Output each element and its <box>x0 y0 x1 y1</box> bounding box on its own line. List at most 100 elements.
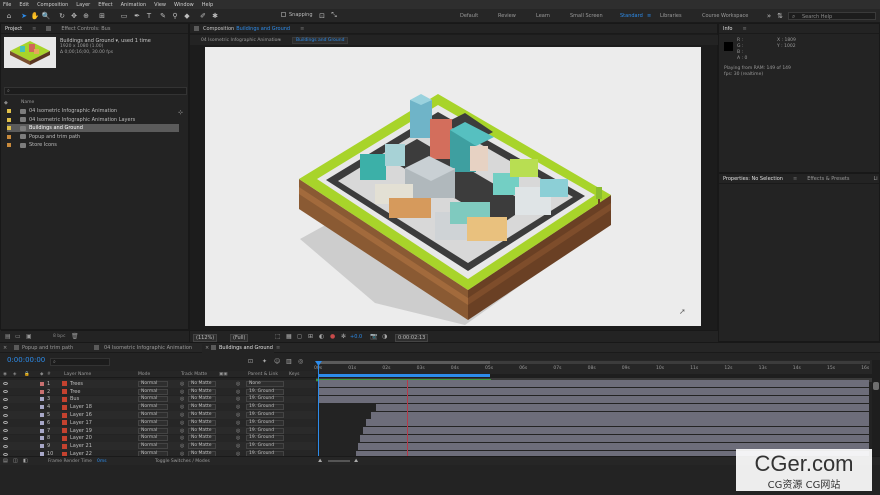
comp-mini-flowchart-icon[interactable]: ⊡ <box>248 358 253 365</box>
parent-dropdown[interactable]: 19. Ground <box>246 412 284 419</box>
blend-mode-dropdown[interactable]: Normal <box>138 427 168 434</box>
track-matte-dropdown[interactable]: No Matte <box>188 443 216 450</box>
flowchart-icon[interactable]: ⊹ <box>178 109 183 116</box>
zoom-tool-icon[interactable]: 🔍 <box>42 11 51 20</box>
track-matte-dropdown[interactable]: No Matte <box>188 412 216 419</box>
puppet-tool-icon[interactable]: ✱ <box>211 11 219 20</box>
tab-project[interactable]: Project <box>5 26 22 32</box>
mode-header[interactable]: Mode <box>138 372 150 377</box>
blend-mode-dropdown[interactable]: Normal <box>138 419 168 426</box>
time-ruler[interactable]: 00s01s02s03s04s05s06s07s08s09s10s11s12s1… <box>314 360 872 378</box>
menu-item-edit[interactable]: Edit <box>19 2 29 8</box>
breadcrumb-parent[interactable]: 04 Isometric Infographic Animation <box>201 38 280 43</box>
timeline-tab-isometric[interactable]: 04 Isometric Infographic Animation <box>104 345 192 351</box>
label-color-swatch[interactable] <box>7 134 11 139</box>
exposure-value[interactable]: +0.0 <box>350 334 362 340</box>
home-icon[interactable]: ⌂ <box>5 11 13 20</box>
expand-switches-icon[interactable]: ◫ <box>13 458 18 464</box>
tab-menu-icon[interactable]: ≡ <box>300 26 304 32</box>
zoom-out-icon[interactable]: ⛰ <box>318 458 322 464</box>
table-row[interactable]: 5 Layer 16 Normal ◎ No Matte ◎ 19. Ground <box>0 411 316 419</box>
layer-duration-bar[interactable] <box>318 388 869 396</box>
orbit-tool-icon[interactable]: ⊕ <box>82 11 90 20</box>
parent-dropdown[interactable]: 19. Ground <box>246 443 284 450</box>
label-color-swatch[interactable] <box>40 436 44 441</box>
track-matte-dropdown[interactable]: No Matte <box>188 404 216 411</box>
menu-item-view[interactable]: View <box>154 2 166 8</box>
preserve-transparency-icon[interactable]: ◎ <box>180 420 184 426</box>
move-tool-icon[interactable]: ✥ <box>70 11 78 20</box>
parent-dropdown[interactable]: 19. Ground <box>246 396 284 403</box>
project-item[interactable]: 04 Isometric Infographic Animation Layer… <box>7 116 179 124</box>
visibility-eye-icon[interactable] <box>3 436 8 440</box>
pick-whip-icon[interactable]: ◎ <box>236 381 240 387</box>
composition-viewer[interactable]: ➚ <box>205 47 701 326</box>
layer-duration-bar[interactable] <box>371 411 869 419</box>
menu-item-window[interactable]: Window <box>174 2 194 8</box>
draft-3d-icon[interactable]: ✦ <box>262 358 267 365</box>
channel-icon[interactable]: ◐ <box>319 333 324 340</box>
timeline-scrollbar[interactable] <box>872 360 880 460</box>
expand-transfer-icon[interactable]: ◧ <box>23 458 28 464</box>
tab-effects-presets[interactable]: Effects & Presets <box>807 176 849 182</box>
show-snapshot-icon[interactable]: ◑ <box>382 333 387 340</box>
label-color-swatch[interactable] <box>7 109 11 113</box>
render-time-icon[interactable]: ▤ <box>3 458 8 464</box>
label-color-swatch[interactable] <box>7 143 11 148</box>
workspace-menu-icon[interactable]: » <box>765 11 773 20</box>
track-matte-header[interactable]: Track Matte <box>181 372 207 377</box>
pick-whip-icon[interactable]: ◎ <box>236 435 240 441</box>
exposure-icon[interactable]: ✻ <box>341 333 346 340</box>
resolution-dropdown[interactable]: (Full) <box>230 334 249 342</box>
workspace-standard[interactable]: Standard <box>620 13 643 19</box>
project-item[interactable]: Buildings and Ground <box>7 124 179 133</box>
table-row[interactable]: 1 Trees Normal ◎ No Matte ◎ None <box>0 380 316 388</box>
tab-effect-controls[interactable]: Effect Controls: Bus <box>61 26 110 32</box>
frame-blending-icon[interactable]: ▥ <box>286 358 292 365</box>
clone-stamp-tool-icon[interactable]: ⚲ <box>171 11 179 20</box>
blend-mode-dropdown[interactable]: Normal <box>138 380 168 387</box>
workspace-small-screen[interactable]: Small Screen <box>570 13 603 19</box>
mask-visibility-icon[interactable]: ◻ <box>297 333 302 340</box>
snapping-checkbox[interactable] <box>281 12 286 17</box>
parent-dropdown[interactable]: None <box>246 380 284 387</box>
tab-menu-icon[interactable]: ≡ <box>276 345 280 351</box>
label-color-swatch[interactable] <box>40 420 44 425</box>
region-of-interest-icon[interactable]: ⬚ <box>275 333 281 340</box>
workspace-course-workspace[interactable]: Course Workspace <box>702 13 748 19</box>
blend-mode-dropdown[interactable]: Normal <box>138 443 168 450</box>
blend-mode-dropdown[interactable]: Normal <box>138 396 168 403</box>
composition-tab-name[interactable]: Buildings and Ground <box>236 26 290 32</box>
pen-tool-icon[interactable]: ✒ <box>133 11 141 20</box>
preserve-transparency-icon[interactable]: ◎ <box>180 389 184 395</box>
hand-tool-icon[interactable]: ✋ <box>31 11 40 20</box>
label-color-swatch[interactable] <box>40 428 44 433</box>
blend-mode-dropdown[interactable]: Normal <box>138 435 168 442</box>
zoom-in-icon[interactable]: ⛰ <box>354 458 358 464</box>
label-color-swatch[interactable] <box>40 405 44 410</box>
new-folder-icon[interactable]: ▭ <box>15 333 21 340</box>
table-row[interactable]: 2 Tree Normal ◎ No Matte ◎ 19. Ground <box>0 387 316 396</box>
snapshot-icon[interactable]: 📷 <box>370 333 377 340</box>
search-help-input[interactable]: ⌕ Search Help <box>788 12 876 20</box>
parent-dropdown[interactable]: 19. Ground <box>246 435 284 442</box>
menu-item-effect[interactable]: Effect <box>98 2 112 8</box>
timeline-search-input[interactable]: ⌕ <box>50 358 110 366</box>
project-item[interactable]: Store Icons <box>7 141 179 149</box>
close-icon[interactable]: × <box>205 345 209 351</box>
track-matte-dropdown[interactable]: No Matte <box>188 388 216 395</box>
track-matte-dropdown[interactable]: No Matte <box>188 396 216 403</box>
table-row[interactable]: 7 Layer 19 Normal ◎ No Matte ◎ 19. Ground <box>0 426 316 435</box>
interpret-footage-icon[interactable]: ▤ <box>5 333 11 340</box>
project-search-input[interactable]: ⌕ <box>4 87 187 95</box>
menu-item-file[interactable]: File <box>3 2 11 8</box>
blend-mode-dropdown[interactable]: Normal <box>138 388 168 395</box>
label-color-swatch[interactable] <box>7 117 11 122</box>
track-matte-dropdown[interactable]: No Matte <box>188 427 216 434</box>
label-color-swatch[interactable] <box>40 413 44 418</box>
track-matte-dropdown[interactable]: No Matte <box>188 380 216 387</box>
tab-libraries[interactable]: Li <box>873 176 877 182</box>
guides-icon[interactable]: ⊞ <box>308 333 313 340</box>
eraser-tool-icon[interactable]: ◆ <box>183 11 191 20</box>
project-item[interactable]: 04 Isometric Infographic Animation <box>7 107 179 115</box>
